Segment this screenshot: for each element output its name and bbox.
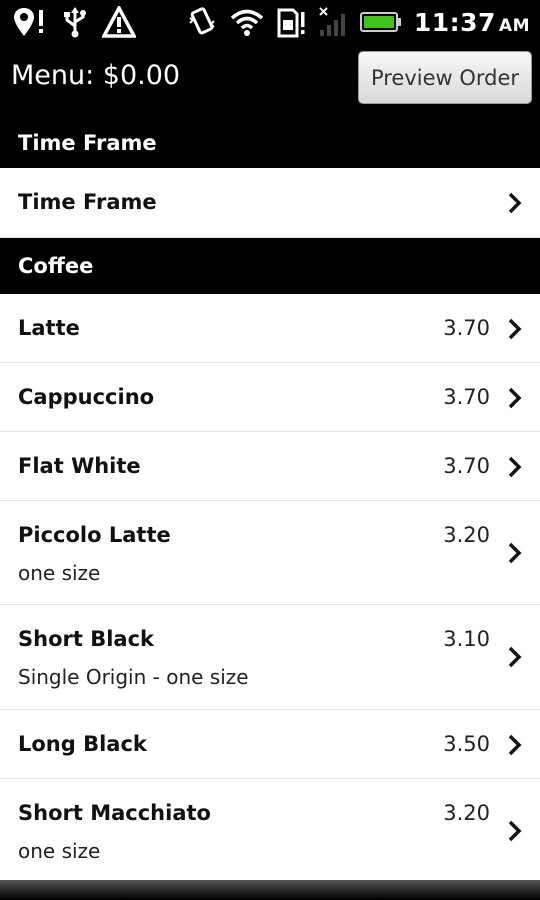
- signal-icon: [318, 0, 348, 44]
- item-name: Short Macchiato: [18, 801, 211, 825]
- vibrate-icon: [186, 0, 218, 44]
- warning-icon: [102, 0, 136, 44]
- sim-alert-icon: [276, 0, 306, 44]
- status-clock: 11:37 AM: [413, 7, 530, 37]
- item-price: 3.10: [443, 627, 490, 651]
- item-subtitle: one size: [18, 839, 101, 863]
- chevron-right-icon: [508, 646, 522, 668]
- item-price: 3.20: [443, 801, 490, 825]
- item-price: 3.70: [443, 316, 490, 340]
- item-price: 3.50: [443, 732, 490, 756]
- wifi-icon: [230, 0, 264, 44]
- chevron-right-icon: [508, 820, 522, 842]
- status-bar-left: [12, 0, 136, 44]
- chevron-right-icon: [508, 387, 522, 409]
- list-item[interactable]: Latte 3.70: [0, 294, 540, 363]
- list-item[interactable]: Cappuccino 3.70: [0, 363, 540, 432]
- item-name: Flat White: [18, 454, 141, 478]
- section-header-time-frame: Time Frame: [0, 118, 540, 168]
- list-item[interactable]: Piccolo Latte one size 3.20: [0, 501, 540, 605]
- item-subtitle: Single Origin - one size: [18, 665, 249, 689]
- usb-icon: [62, 0, 88, 44]
- location-alert-icon: [12, 0, 48, 44]
- list-item[interactable]: Long Black 3.50: [0, 710, 540, 779]
- item-price: 3.70: [443, 385, 490, 409]
- status-bar-right: 11:37 AM: [186, 0, 530, 44]
- item-name: Piccolo Latte: [18, 523, 171, 547]
- status-bar: 11:37 AM: [0, 0, 540, 44]
- bottom-edge-shadow: [0, 880, 540, 900]
- item-name: Cappuccino: [18, 385, 155, 409]
- chevron-right-icon: [508, 734, 522, 756]
- time-frame-row[interactable]: Time Frame: [0, 168, 540, 238]
- section-header-coffee: Coffee: [0, 238, 540, 294]
- item-price: 3.70: [443, 454, 490, 478]
- list-item[interactable]: Flat White 3.70: [0, 432, 540, 501]
- chevron-right-icon: [508, 542, 522, 564]
- item-price: 3.20: [443, 523, 490, 547]
- item-name: Latte: [18, 316, 80, 340]
- row-name: Time Frame: [18, 190, 157, 214]
- title-bar: Menu: $0.00 Preview Order: [0, 44, 540, 118]
- chevron-right-icon: [508, 456, 522, 478]
- battery-icon: [359, 0, 402, 44]
- item-name: Short Black: [18, 627, 154, 651]
- chevron-right-icon: [508, 318, 522, 340]
- item-subtitle: one size: [18, 561, 101, 585]
- list-item[interactable]: Short Macchiato one size 3.20: [0, 779, 540, 880]
- list-item[interactable]: Short Black Single Origin - one size 3.1…: [0, 605, 540, 710]
- chevron-right-icon: [508, 192, 522, 214]
- preview-order-button[interactable]: Preview Order: [358, 51, 532, 104]
- page-title: Menu: $0.00: [11, 60, 181, 91]
- item-name: Long Black: [18, 732, 147, 756]
